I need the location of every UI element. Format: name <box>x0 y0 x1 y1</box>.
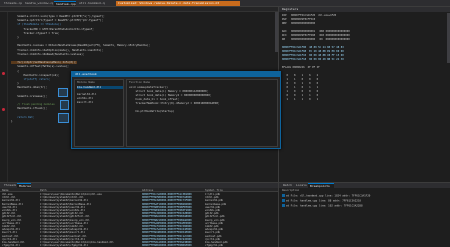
tab-watch[interactable]: Watch <box>281 183 293 188</box>
popup-right-header: Function Name <box>129 80 151 84</box>
breakpoints-header: Description <box>282 189 300 192</box>
register-line: RCX 00000099F8CFF608 RDX 000000000000000… <box>282 34 350 37</box>
modules-header: Name Path Address Symbol file <box>0 188 278 192</box>
register-line: 0 0 1 1 0 <box>282 94 319 97</box>
col-symbol[interactable]: Symbol file <box>205 188 223 192</box>
register-line: 00007FF61C3A1F18 00 00 00 48 8B 5C 24 30 <box>282 58 344 61</box>
tab-breakpoints[interactable]: Breakpoints <box>308 183 334 188</box>
breakpoints-panel: Watch Locals Breakpoints Description at … <box>278 183 450 247</box>
code-line[interactable]: for(intptr(SetHandle>>pMain) Info(0)); <box>11 61 77 65</box>
register-line: 1 0 0 0 0 <box>282 90 319 93</box>
register-line: RIP 00007FF61C3A1F20 dll.exe+1F20 <box>282 14 337 17</box>
tab-2[interactable]: handlem.cpp <box>54 1 76 6</box>
checkbox-icon[interactable] <box>282 204 285 207</box>
code-line[interactable]: return Ret; <box>11 116 34 119</box>
code-line[interactable]: SomeCls->trCtr.Lock(type = ReadPtr.ptrOf… <box>11 15 104 18</box>
col-address[interactable]: Address <box>142 188 153 192</box>
checkbox-icon[interactable] <box>282 199 285 202</box>
code-line[interactable]: HandleCtx->Run(tr); <box>11 86 47 89</box>
register-line: 0 1 0 1 1 <box>282 86 319 89</box>
tab-4[interactable]: Customized: Windows.remove.Delete.n.data… <box>116 1 240 6</box>
code-line[interactable]: TrackerBR = GfPtrParentHnd>AnchorCtx->Ty… <box>11 28 93 31</box>
popup-module-list: Module Name bla.handmod.dll kernel32.dll… <box>74 79 124 147</box>
breakpoint-text: at File: handlem.cpp line: 102 addr: 7FF… <box>286 204 363 208</box>
registers-header: Registers <box>279 7 450 12</box>
register-line: EFLAGS 00000246 ZF PF IF <box>282 66 320 69</box>
code-line[interactable]: } <box>11 36 19 39</box>
breakpoint-text: at File: handlem.cpp line: 88 addr: 7FF6… <box>286 199 361 203</box>
register-line: 00007FF61C3A1F08 EC 20 48 8B D9 E8 00 00 <box>282 50 344 53</box>
register-line: R8 0000000000000000 R9 0000000000000000 <box>282 38 350 41</box>
breakpoint-item[interactable]: at File: dll.handmod.cpp line: 1024 addr… <box>282 194 370 198</box>
editor-gutter[interactable] <box>0 12 8 182</box>
popup-function-list: Function Name void someupdateTracker() s… <box>126 79 278 147</box>
bottom-panels: Threads Modules Name Path Address Symbol… <box>0 182 450 247</box>
popup-function-line[interactable]: TrackerMemHook::Entry(0)->Memory2 = 0000… <box>129 102 219 105</box>
tab-3[interactable]: util.hookmod.cpp <box>77 1 105 6</box>
tab-locals[interactable]: Locals <box>294 183 307 188</box>
highlight-box <box>60 100 69 110</box>
code-line[interactable]: HandleCtx->inspect(ok); <box>11 74 59 77</box>
code-line[interactable]: Tracker->Typeof = True; <box>11 32 59 35</box>
breakpoint-item[interactable]: at File: handlem.cpp line: 102 addr: 7FF… <box>282 204 363 208</box>
code-line[interactable]: { <box>11 70 19 73</box>
code-line[interactable]: if (thisModule == tfmodule)) <box>11 23 61 26</box>
hook-popup[interactable]: dll.exe!hook Module Name bla.handmod.dll… <box>71 71 281 149</box>
highlight-box <box>58 88 68 97</box>
breakpoint-text: at File: dll.handmod.cpp line: 1024 addr… <box>286 194 371 198</box>
code-line[interactable]: } <box>11 82 19 85</box>
popup-module-selected[interactable]: bla.handmod.dll <box>77 86 123 89</box>
code-line[interactable]: Tracker->hmInfo->SetOption(mode(), Handl… <box>11 49 103 52</box>
checkbox-icon[interactable] <box>282 194 285 197</box>
registers-panel: Registers RIP 00007FF61C3A1F20 dll.exe+1… <box>278 7 450 182</box>
register-line: 0 0 1 0 0 <box>282 82 319 85</box>
code-line[interactable]: SomeCls->ptrCtrl(Typeof = ReadPtr.ptrOfP… <box>11 19 103 22</box>
code-line[interactable]: SomeCtx->release(); <box>11 95 47 98</box>
tab-0[interactable]: threads.cpp <box>2 1 22 6</box>
highlight-box <box>58 113 69 123</box>
register-line: RSP 00000099F8CFF5C8 <box>282 18 316 21</box>
breakpoints-tabs: Watch Locals Breakpoints <box>279 183 450 188</box>
breakpoint-marker[interactable] <box>2 72 5 75</box>
register-line: 1 1 0 0 0 <box>282 78 319 81</box>
register-line: 0 8 1 6 2 <box>282 74 319 77</box>
register-line: 1 1 1 0 1 <box>282 98 319 101</box>
breakpoint-marker[interactable] <box>2 108 5 111</box>
register-line: 00007FF61C3A1F10 00 00 48 8B CB FF 15 00 <box>282 54 344 57</box>
register-line: RAX 0000000000000001 RBX 000000000000000… <box>282 30 350 33</box>
code-line[interactable]: HandleCtx->values = ObtainHandleValues(R… <box>11 44 150 47</box>
tab-1[interactable]: handle_window.cpp <box>23 1 53 6</box>
code-line[interactable]: // flush pending modules <box>11 103 55 106</box>
popup-left-header: Module Name <box>77 80 95 84</box>
breakpoint-item[interactable]: at File: handlem.cpp line: 88 addr: 7FF6… <box>282 199 361 203</box>
code-line[interactable]: Tracker->hmInfo->DoRead(HandleCtx->value… <box>11 53 84 56</box>
code-line[interactable]: SomeCtx->Offset(TWrDs(s)->value); <box>11 65 69 68</box>
code-line[interactable]: HandleCtx->flush(); <box>11 107 47 110</box>
register-line: RBP 0000000000000000 <box>282 22 316 25</box>
code-line[interactable]: if(stuff) return; <box>11 78 50 81</box>
popup-module-item[interactable]: msvcrt.dll <box>77 101 93 104</box>
tab-bar: threads.cpp handle_window.cpp handlem.cp… <box>0 0 450 7</box>
col-path[interactable]: Path <box>40 188 46 192</box>
popup-function-line[interactable]: hm.ptrHookWrite(Startup) <box>129 110 174 113</box>
registers-title: Registers <box>282 7 299 11</box>
col-name[interactable]: Name <box>2 188 8 192</box>
popup-title: dll.exe!hook <box>72 72 280 77</box>
register-line: 00007FF61C3A1F00 48 89 5C 24 08 57 48 83 <box>282 46 344 49</box>
code-line[interactable]: } <box>11 120 13 123</box>
